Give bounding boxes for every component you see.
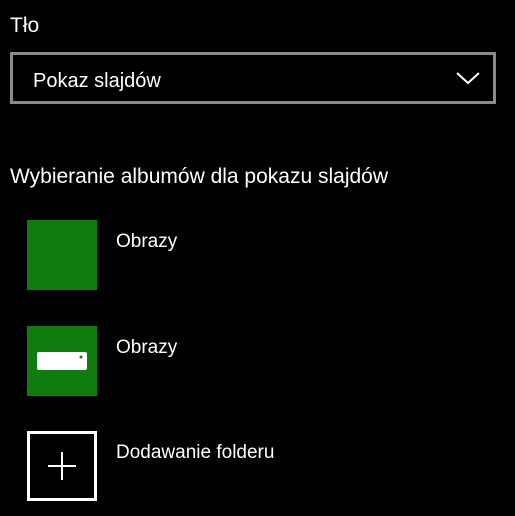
personalization-background-panel: Tło Pokaz slajdów Wybieranie albumów dla… bbox=[0, 0, 515, 516]
album-label: Obrazy bbox=[116, 337, 178, 358]
drive-icon bbox=[37, 352, 87, 370]
album-label: Obrazy bbox=[116, 231, 178, 252]
slideshow-albums-heading: Wybieranie albumów dla pokazu slajdów bbox=[10, 165, 389, 188]
add-folder-thumbnail bbox=[27, 431, 97, 501]
background-type-dropdown[interactable]: Pokaz slajdów bbox=[10, 52, 496, 104]
background-label: Tło bbox=[10, 14, 40, 37]
plus-icon bbox=[48, 452, 76, 480]
folder-thumbnail bbox=[27, 326, 97, 396]
album-item-pictures[interactable]: Obrazy bbox=[27, 220, 327, 290]
dropdown-selected-value: Pokaz slajdów bbox=[33, 70, 161, 92]
album-item-pictures-drive[interactable]: Obrazy bbox=[27, 326, 327, 396]
chevron-down-icon bbox=[456, 72, 480, 85]
add-folder-button[interactable]: Dodawanie folderu bbox=[27, 431, 327, 501]
folder-thumbnail bbox=[27, 220, 97, 290]
add-folder-label: Dodawanie folderu bbox=[116, 442, 275, 463]
